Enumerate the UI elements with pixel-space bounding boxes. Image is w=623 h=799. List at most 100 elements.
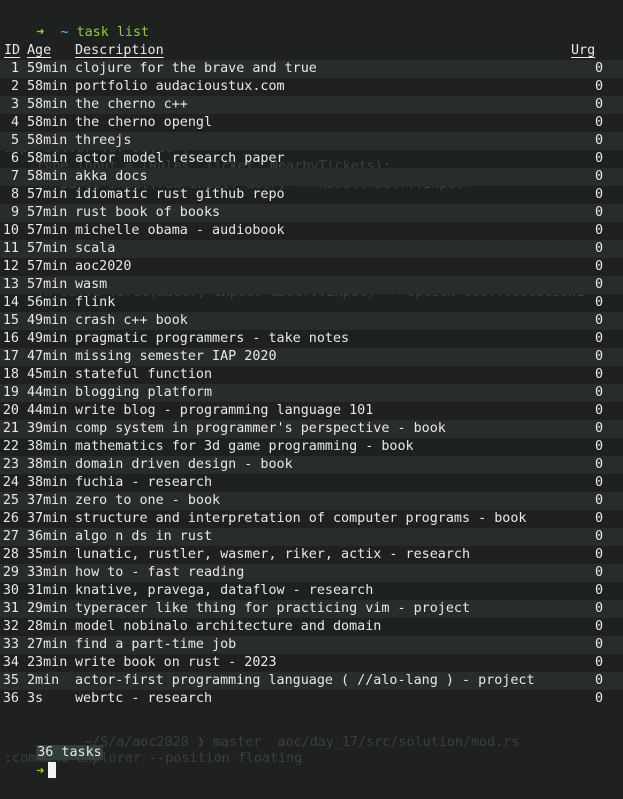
cell-age: 58min — [27, 151, 68, 166]
cell-urgency: 0 — [594, 241, 603, 256]
table-row: 3 58min the cherno c++ 0 — [0, 96, 623, 114]
cell-age: 45min — [27, 367, 68, 382]
cell-urgency: 0 — [594, 223, 603, 238]
cell-urgency: 0 — [594, 547, 603, 562]
cell-urgency: 0 — [594, 295, 603, 310]
cell-description: how to - fast reading — [75, 565, 245, 580]
cell-urgency: 0 — [594, 331, 603, 346]
cell-age: 58min — [27, 169, 68, 184]
cell-age: 37min — [27, 493, 68, 508]
prompt-arrow-icon: ➜ — [36, 25, 45, 40]
cell-description: comp system in programmer's perspective … — [75, 421, 446, 436]
cell-description: typeracer like thing for practicing vim … — [75, 601, 471, 616]
cell-description: write book on rust - 2023 — [75, 655, 277, 670]
cell-urgency: 0 — [594, 115, 603, 130]
cell-id: 5 — [10, 133, 19, 148]
table-row: 12 57min aoc2020 0 — [0, 258, 623, 276]
table-row: 25 37min zero to one - book 0 — [0, 492, 623, 510]
cell-description: write blog - programming language 101 — [75, 403, 374, 418]
cell-urgency: 0 — [594, 313, 603, 328]
table-row: 15 49min crash c++ book 0 — [0, 312, 623, 330]
prompt-line: ➜ ~ task list — [0, 6, 623, 40]
cell-description: akka docs — [75, 169, 148, 184]
cell-description: the cherno opengl — [75, 115, 213, 130]
cell-id: 10 — [2, 223, 19, 238]
cell-urgency: 0 — [594, 259, 603, 274]
header-description: Description — [75, 43, 164, 58]
cell-urgency: 0 — [594, 529, 603, 544]
header-id: ID — [4, 43, 21, 58]
cell-id: 29 — [2, 565, 19, 580]
cell-age: 38min — [27, 457, 68, 472]
cell-id: 30 — [2, 583, 19, 598]
cell-id: 19 — [2, 385, 19, 400]
terminal-screen[interactable]: ➜ ~ task list ID Age Description Urg 1 59… — [0, 0, 623, 779]
cell-id: 21 — [2, 421, 19, 436]
cell-description: actor model research paper — [75, 151, 285, 166]
cell-age: 58min — [27, 115, 68, 130]
cell-id: 32 — [2, 619, 19, 634]
prompt-arrow-icon: ➜ — [36, 764, 45, 779]
cell-id: 18 — [2, 367, 19, 382]
cell-urgency: 0 — [594, 511, 603, 526]
cell-urgency: 0 — [594, 637, 603, 652]
cell-description: structure and interpretation of computer… — [75, 511, 527, 526]
cell-id: 7 — [10, 169, 19, 184]
cell-id: 27 — [2, 529, 19, 544]
cell-age: 3s — [27, 691, 44, 706]
cell-age: 27min — [27, 637, 68, 652]
cell-id: 31 — [2, 601, 19, 616]
cell-description: stateful function — [75, 367, 213, 382]
table-row: 23 38min domain driven design - book 0 — [0, 456, 623, 474]
cell-description: flink — [75, 295, 116, 310]
cell-age: 39min — [27, 421, 68, 436]
task-count-line: 36 tasks — [0, 726, 623, 760]
cell-urgency: 0 — [594, 367, 603, 382]
cell-id: 2 — [10, 79, 19, 94]
cell-urgency: 0 — [594, 205, 603, 220]
cell-id: 36 — [2, 691, 19, 706]
table-row: 21 39min comp system in programmer's persp… — [0, 420, 623, 438]
cell-id: 22 — [2, 439, 19, 454]
cell-age: 57min — [27, 277, 68, 292]
cell-age: 35min — [27, 547, 68, 562]
cell-description: fuchia - research — [75, 475, 213, 490]
table-row: 24 38min fuchia - research 0 — [0, 474, 623, 492]
cell-id: 24 — [2, 475, 19, 490]
cell-id: 14 — [2, 295, 19, 310]
table-row: 16 49min pragmatic programmers - take note… — [0, 330, 623, 348]
cell-id: 13 — [2, 277, 19, 292]
cell-id: 25 — [2, 493, 19, 508]
cell-urgency: 0 — [594, 151, 603, 166]
cell-age: 58min — [27, 79, 68, 94]
table-row: 7 58min akka docs 0 — [0, 168, 623, 186]
cell-description: mathematics for 3d game programming - bo… — [75, 439, 414, 454]
table-row: 26 37min structure and interpretation of c… — [0, 510, 623, 528]
cell-age: 44min — [27, 385, 68, 400]
cell-description: crash c++ book — [75, 313, 188, 328]
table-row: 6 58min actor model research paper 0 — [0, 150, 623, 168]
cell-urgency: 0 — [594, 349, 603, 364]
text-cursor — [48, 762, 57, 778]
cell-urgency: 0 — [594, 655, 603, 670]
header-age: Age — [27, 43, 52, 58]
prompt-command: task list — [76, 25, 150, 40]
cell-description: rust book of books — [75, 205, 221, 220]
table-row: 8 57min idiomatic rust github repo 0 — [0, 186, 623, 204]
cell-age: 49min — [27, 331, 68, 346]
cell-age: 33min — [27, 565, 68, 580]
prompt-line-2[interactable]: ➜ — [0, 744, 623, 779]
cell-id: 15 — [2, 313, 19, 328]
cell-urgency: 0 — [594, 475, 603, 490]
table-row: 36 3s webrtc - research 0 — [0, 690, 623, 708]
cell-age: 59min — [27, 61, 68, 76]
cell-age: 57min — [27, 259, 68, 274]
cell-id: 12 — [2, 259, 19, 274]
cell-urgency: 0 — [594, 565, 603, 580]
cell-description: webrtc - research — [75, 691, 213, 706]
cell-id: 17 — [2, 349, 19, 364]
cell-description: domain driven design - book — [75, 457, 293, 472]
table-row: 18 45min stateful function 0 — [0, 366, 623, 384]
cell-urgency: 0 — [594, 619, 603, 634]
cell-description: zero to one - book — [75, 493, 221, 508]
